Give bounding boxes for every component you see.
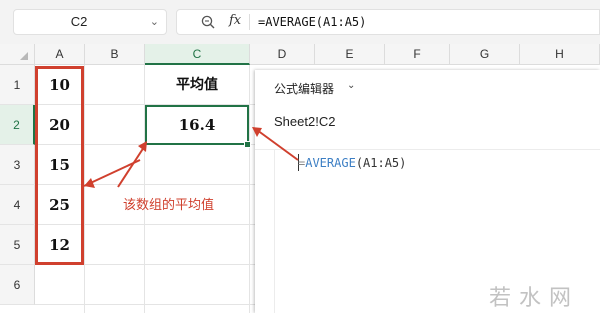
arrow-to-c2 bbox=[256, 129, 299, 161]
arrow-head-range bbox=[84, 178, 95, 188]
annotation-arrows bbox=[83, 127, 299, 188]
arrow-to-result bbox=[117, 143, 147, 188]
